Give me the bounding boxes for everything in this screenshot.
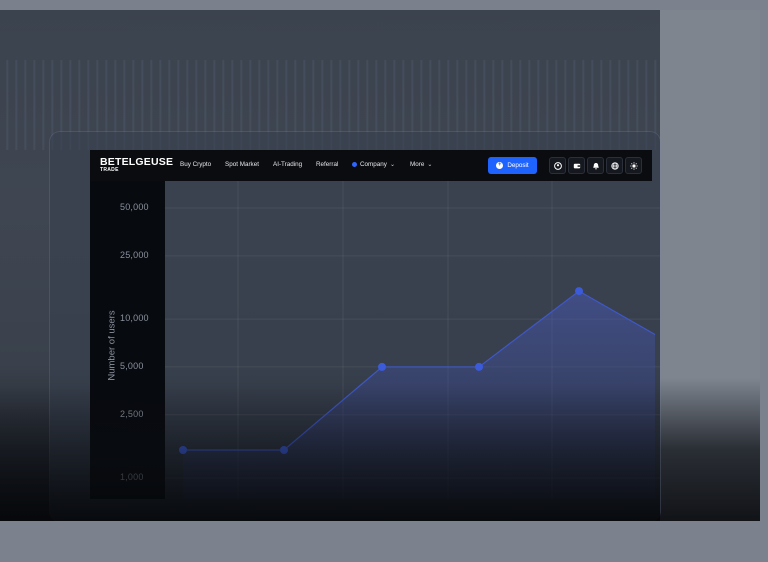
top-navbar: BETELGEUSE TRADE Buy Crypto Spot Market … <box>90 150 652 181</box>
nav-more[interactable]: More ⌄ <box>410 161 432 168</box>
wallet-icon[interactable] <box>568 157 585 174</box>
data-point <box>280 446 288 455</box>
y-tick-label: 1,000 <box>120 472 144 482</box>
y-axis-label: Number of users <box>106 310 118 381</box>
series-area <box>183 291 655 499</box>
nav-company[interactable]: Company ⌄ <box>352 161 395 168</box>
data-point <box>378 362 386 371</box>
nav-label: Spot Market <box>225 161 259 168</box>
y-tick-label: 2,500 <box>120 408 144 419</box>
nav-referral[interactable]: Referral <box>316 161 338 168</box>
nav-spot-market[interactable]: Spot Market <box>225 161 259 168</box>
data-point <box>575 287 583 296</box>
right-backdrop <box>660 10 760 521</box>
data-point <box>179 446 187 455</box>
nav-label: Buy Crypto <box>180 161 212 168</box>
chevron-down-icon: ⌄ <box>427 162 433 168</box>
nav-label: Referral <box>316 161 339 168</box>
y-axis-panel <box>90 181 165 499</box>
y-tick-label: 25,000 <box>120 249 149 260</box>
user-icon[interactable] <box>549 157 566 174</box>
deposit-label: Deposit <box>507 162 529 169</box>
data-point <box>475 362 483 371</box>
chevron-down-icon: ⌄ <box>389 162 395 168</box>
deposit-button[interactable]: + Deposit <box>488 157 537 174</box>
y-tick-label: 50,000 <box>120 202 149 212</box>
nav-label: More <box>410 161 425 168</box>
brand-logo[interactable]: BETELGEUSE TRADE <box>100 157 173 173</box>
company-dot-icon <box>352 162 357 167</box>
nav-label: Company <box>360 161 387 168</box>
y-tick-label: 10,000 <box>120 313 149 324</box>
sun-icon[interactable] <box>625 157 642 174</box>
globe-icon[interactable] <box>606 157 623 174</box>
brand-name: BETELGEUSE <box>100 156 174 168</box>
y-tick-label: 5,000 <box>120 360 144 371</box>
nav-label: AI-Trading <box>273 161 303 168</box>
nav-ai-trading[interactable]: AI-Trading <box>273 161 302 168</box>
plus-icon: + <box>496 162 504 169</box>
notification-icon[interactable] <box>587 157 604 174</box>
nav-buy-crypto[interactable]: Buy Crypto <box>180 161 211 168</box>
